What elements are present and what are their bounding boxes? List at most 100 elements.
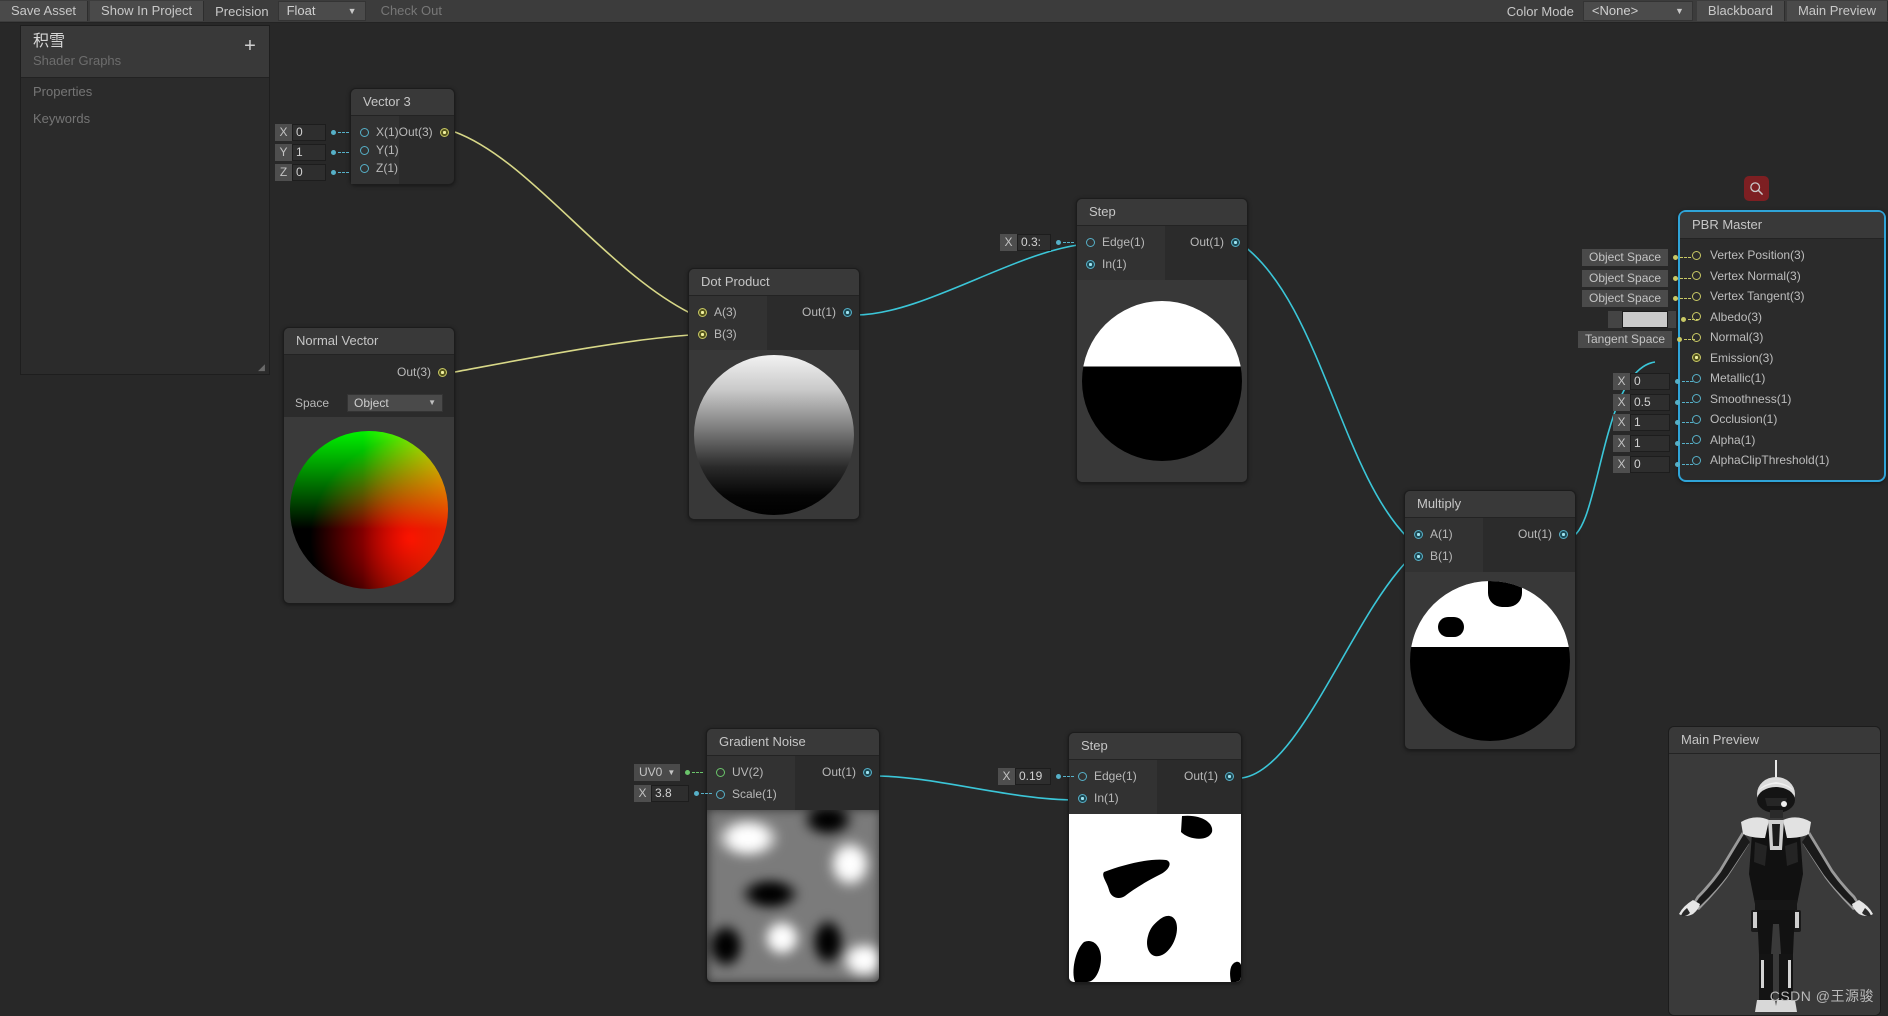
- field-value[interactable]: 0: [1630, 456, 1670, 473]
- search-icon-badge[interactable]: [1744, 176, 1769, 201]
- port-a[interactable]: A(3): [698, 303, 767, 321]
- port-dot-icon[interactable]: [1692, 435, 1701, 445]
- node-step-top[interactable]: Step Edge(1) In(1) Out(1): [1076, 198, 1248, 483]
- port-out[interactable]: Out(1): [767, 303, 859, 321]
- port-dot-icon[interactable]: [843, 307, 852, 317]
- field-value[interactable]: 0: [292, 124, 326, 141]
- field-value[interactable]: 0.3:: [1017, 234, 1051, 251]
- port-edge[interactable]: Edge(1): [1078, 767, 1157, 785]
- save-asset-button[interactable]: Save Asset: [0, 1, 89, 21]
- blackboard-toggle[interactable]: Blackboard: [1696, 1, 1785, 21]
- master-port-vertex-position[interactable]: Vertex Position(3): [1680, 245, 1884, 266]
- field-pbr-alphaclipthreshold[interactable]: X 0: [1613, 456, 1693, 473]
- field-value[interactable]: 1: [292, 144, 326, 161]
- resize-handle-icon[interactable]: ◢: [258, 363, 267, 372]
- field-gradientnoise-scale[interactable]: X 3.8: [634, 785, 712, 802]
- master-port-alphaclipthreshold[interactable]: AlphaClipThreshold(1): [1680, 450, 1884, 471]
- port-out[interactable]: Out(1): [795, 763, 879, 781]
- port-dot-icon[interactable]: [698, 307, 707, 317]
- node-vector3[interactable]: Vector 3 X(1) Y(1) Z(1) Out(3): [350, 88, 455, 185]
- master-port-occlusion[interactable]: Occlusion(1): [1680, 409, 1884, 430]
- port-in[interactable]: In(1): [1078, 789, 1157, 807]
- port-dot-icon[interactable]: [698, 329, 707, 339]
- field-pbr-albedo[interactable]: [1608, 311, 1699, 328]
- port-uv[interactable]: UV(2): [716, 763, 795, 781]
- field-value[interactable]: 1: [1630, 414, 1670, 431]
- master-port-alpha[interactable]: Alpha(1): [1680, 430, 1884, 451]
- master-port-metallic[interactable]: Metallic(1): [1680, 368, 1884, 389]
- port-dot-icon[interactable]: [1414, 529, 1423, 539]
- field-pbr-vertex-normal[interactable]: Object Space: [1582, 270, 1692, 287]
- port-dot-icon[interactable]: [1231, 237, 1240, 247]
- port-dot-icon[interactable]: [716, 789, 725, 799]
- field-pbr-vertex-position[interactable]: Object Space: [1582, 249, 1692, 266]
- field-pbr-normal[interactable]: Tangent Space: [1578, 331, 1696, 348]
- port-out[interactable]: Out(3): [399, 123, 456, 141]
- field-value[interactable]: 3.8: [651, 785, 689, 802]
- master-port-normal[interactable]: Normal(3): [1680, 327, 1884, 348]
- port-out[interactable]: Out(1): [1165, 233, 1247, 251]
- port-dot-icon[interactable]: [1086, 259, 1095, 269]
- port-out[interactable]: Out(1): [1483, 525, 1575, 543]
- port-dot-icon[interactable]: [1692, 373, 1701, 383]
- field-value[interactable]: Object Space: [1582, 290, 1669, 307]
- blackboard-panel[interactable]: 积雪 Shader Graphs + Properties Keywords ◢: [20, 25, 270, 375]
- node-multiply[interactable]: Multiply A(1) B(1) Out(1): [1404, 490, 1576, 750]
- port-dot-icon[interactable]: [439, 127, 449, 137]
- port-edge[interactable]: Edge(1): [1086, 233, 1165, 251]
- check-out-button[interactable]: Check Out: [370, 1, 453, 21]
- port-dot-icon[interactable]: [360, 163, 369, 173]
- field-gradientnoise-uv[interactable]: UV0 ▼: [634, 764, 704, 781]
- node-normal-vector[interactable]: Normal Vector Out(3) Space Object ▼: [283, 327, 455, 604]
- field-value[interactable]: Tangent Space: [1578, 331, 1673, 348]
- field-pbr-occlusion[interactable]: X 1: [1613, 414, 1693, 431]
- port-dot-icon[interactable]: [1692, 271, 1701, 281]
- field-value[interactable]: 0.5: [1630, 394, 1670, 411]
- port-dot-icon[interactable]: [1692, 353, 1701, 363]
- port-dot-icon[interactable]: [438, 367, 447, 377]
- port-b[interactable]: B(3): [698, 325, 767, 343]
- port-in[interactable]: In(1): [1086, 255, 1165, 273]
- add-property-button[interactable]: +: [241, 36, 259, 56]
- port-scale[interactable]: Scale(1): [716, 785, 795, 803]
- field-value[interactable]: 0: [1630, 373, 1670, 390]
- field-vector3-x[interactable]: X 0: [275, 124, 349, 141]
- port-dot-icon[interactable]: [1692, 414, 1701, 424]
- port-x[interactable]: X(1): [360, 123, 399, 141]
- blackboard-section-properties[interactable]: Properties: [21, 78, 269, 105]
- main-preview-viewport[interactable]: [1669, 754, 1880, 1015]
- port-a[interactable]: A(1): [1414, 525, 1483, 543]
- field-vector3-y[interactable]: Y 1: [275, 144, 349, 161]
- albedo-color-swatch[interactable]: [1622, 311, 1668, 328]
- master-port-emission[interactable]: Emission(3): [1680, 348, 1884, 369]
- port-dot-icon[interactable]: [1692, 394, 1701, 404]
- color-mode-dropdown[interactable]: <None> ▼: [1582, 1, 1693, 21]
- field-pbr-smoothness[interactable]: X 0.5: [1613, 394, 1693, 411]
- port-dot-icon[interactable]: [1086, 237, 1095, 247]
- field-vector3-z[interactable]: Z 0: [275, 164, 349, 181]
- port-y[interactable]: Y(1): [360, 141, 399, 159]
- port-dot-icon[interactable]: [1414, 551, 1423, 561]
- field-value[interactable]: 1: [1630, 435, 1670, 452]
- port-z[interactable]: Z(1): [360, 159, 399, 177]
- field-pbr-metallic[interactable]: X 0: [1613, 373, 1693, 390]
- master-port-smoothness[interactable]: Smoothness(1): [1680, 389, 1884, 410]
- port-dot-icon[interactable]: [863, 767, 872, 777]
- master-port-vertex-normal[interactable]: Vertex Normal(3): [1680, 266, 1884, 287]
- port-out[interactable]: Out(1): [1157, 767, 1241, 785]
- port-dot-icon[interactable]: [1692, 455, 1701, 465]
- field-pbr-alpha[interactable]: X 1: [1613, 435, 1693, 452]
- node-dot-product[interactable]: Dot Product A(3) B(3) Out(1): [688, 268, 860, 520]
- port-dot-icon[interactable]: [1559, 529, 1568, 539]
- show-in-project-button[interactable]: Show In Project: [90, 1, 205, 21]
- field-value[interactable]: Object Space: [1582, 270, 1669, 287]
- main-preview-toggle[interactable]: Main Preview: [1786, 1, 1888, 21]
- blackboard-section-keywords[interactable]: Keywords: [21, 105, 269, 132]
- port-dot-icon[interactable]: [716, 767, 725, 777]
- field-step-bottom-edge[interactable]: X 0.19: [998, 768, 1074, 785]
- field-value[interactable]: Object Space: [1582, 249, 1669, 266]
- port-dot-icon[interactable]: [1078, 793, 1087, 803]
- space-dropdown[interactable]: Object ▼: [347, 394, 443, 412]
- node-pbr-master[interactable]: PBR Master Vertex Position(3) Vertex Nor…: [1678, 210, 1886, 482]
- master-port-albedo[interactable]: Albedo(3): [1680, 307, 1884, 328]
